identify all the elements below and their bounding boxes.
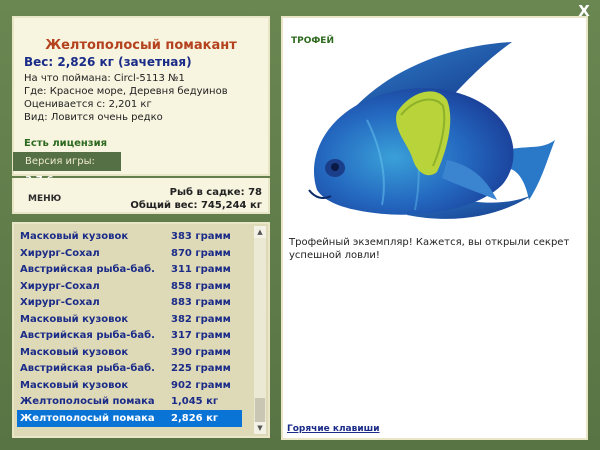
catch-fish-weight: 883 грамм [171,297,231,308]
detail-rarity: Вид: Ловится очень редко [24,112,163,123]
trophy-description: Трофейный экземпляр! Кажется, вы открыли… [289,237,570,261]
catch-fish-name: Масковый кузовок [20,379,129,391]
hotkeys-link[interactable]: Горячие клавиши [287,424,380,434]
fish-details: На что поймана: Circl-5113 №1 Где: Красн… [24,72,228,124]
trophy-panel: ТРОФЕЙ Трофейный экземпляр! Кажется, вы … [281,16,588,440]
catch-fish-name: Масковый кузовок [20,231,129,242]
catch-list-item[interactable]: Масковый кузовок 902 грамм [17,377,242,394]
catch-fish-name: Желтополосый помакан... [20,396,155,407]
catch-fish-weight: 382 грамм [171,313,231,325]
scroll-thumb[interactable] [255,398,265,424]
catch-list-item[interactable]: Австрийская рыба-баб... 225 грамм [17,360,242,377]
scroll-up-icon[interactable]: ▲ [254,226,266,238]
fish-count: Рыб в садке: 78 [169,187,262,198]
catch-list-item[interactable]: Австрийская рыба-баб... 311 грамм [17,261,242,278]
version-label: Версия игры: [25,156,95,167]
cage-stats: Рыб в садке: 78 Общий вес: 745,244 кг [130,186,262,212]
catch-fish-name: Австрийская рыба-баб... [20,363,155,374]
catch-list-item[interactable]: Хирург-Сохал 883 грамм [17,294,242,311]
catch-list-item[interactable]: Масковый кузовок 390 грамм [17,344,242,361]
fish-name: Желтополосый помакант [45,38,237,53]
version-badge: Версия игры: 3.7.6 [13,152,121,186]
catch-fish-name: Хирург-Сохал [20,280,100,292]
list-scrollbar[interactable]: ▲ ▼ [254,226,266,434]
menu-button[interactable]: МЕНЮ [28,194,61,204]
catch-fish-weight: 390 грамм [171,346,231,358]
catch-fish-weight: 1,045 кг [171,396,219,407]
catch-list-item[interactable]: Желтополосый помакан... 2,826 кг [17,409,242,427]
catch-fish-weight: 311 грамм [171,264,231,275]
catch-list-item[interactable]: Австрийская рыба-баб... 317 грамм [17,327,242,344]
catch-fish-name: Масковый кузовок [20,346,129,358]
detail-location: Где: Красное море, Деревня бедуинов [24,86,228,97]
total-weight: Общий вес: 745,244 кг [130,200,262,211]
catch-fish-name: Австрийская рыба-баб... [20,330,155,341]
catch-fish-name: Хирург-Сохал [20,247,100,259]
scroll-down-icon[interactable]: ▼ [254,422,266,434]
fish-trophy-image [308,42,555,219]
detail-bait: На что поймана: Circl-5113 №1 [24,73,185,84]
catch-list[interactable]: ▲ ▼ Масковый кузовок 383 грамм Хирург-Соха… [12,222,270,438]
catch-fish-name: Масковый кузовок [20,313,129,325]
catch-list-item[interactable]: Желтополосый помакан... 1,045 кг [17,393,242,410]
catch-fish-weight: 317 грамм [171,330,231,341]
catch-fish-name: Желтополосый помакан... [20,412,155,424]
catch-list-item[interactable]: Масковый кузовок 383 грамм [17,228,242,245]
fish-weight: Вес: 2,826 кг (зачетная) [24,55,192,69]
catch-list-item[interactable]: Хирург-Сохал 870 грамм [17,245,242,262]
license-status: Есть лицензия [24,138,108,149]
menu-stats-bar: МЕНЮ Рыб в садке: 78 Общий вес: 745,244 … [12,178,270,214]
catch-fish-weight: 225 грамм [171,363,231,374]
detail-threshold: Оценивается с: 2,201 кг [24,99,152,110]
catch-list-item[interactable]: Хирург-Сохал 858 грамм [17,278,242,295]
catch-fish-weight: 858 грамм [171,280,231,292]
catch-fish-weight: 902 грамм [171,379,231,391]
catch-list-item[interactable]: Масковый кузовок 382 грамм [17,311,242,328]
catch-fish-weight: 383 грамм [171,231,231,242]
catch-fish-name: Хирург-Сохал [20,297,100,308]
catch-fish-name: Австрийская рыба-баб... [20,264,155,275]
catch-fish-weight: 870 грамм [171,247,231,259]
catch-fish-weight: 2,826 кг [171,412,219,424]
